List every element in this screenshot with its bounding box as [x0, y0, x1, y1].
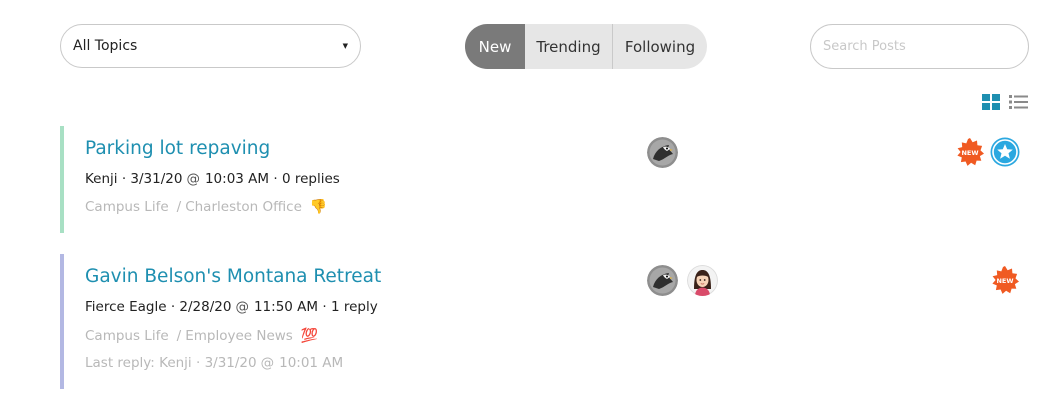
- topics-dropdown[interactable]: All Topics ▼: [60, 24, 361, 68]
- last-reply-author: Last reply: Kenji: [85, 355, 192, 371]
- category-link[interactable]: Campus Life: [85, 199, 169, 215]
- post-meta: Kenji · 3/31/20 @10:03 AM · 0 replies: [85, 171, 340, 187]
- post-time: 10:03 AM: [204, 171, 270, 187]
- list-icon[interactable]: [1009, 94, 1028, 110]
- topics-dropdown-value: All Topics: [73, 38, 138, 54]
- post-meta: Fierce Eagle · 2/28/20 @11:50 AM · 1 repl…: [85, 299, 378, 315]
- caret-down-icon: ▼: [342, 42, 348, 50]
- tab-following[interactable]: Following: [613, 24, 707, 69]
- thumbs-down-icon: 👎: [309, 199, 328, 215]
- post-accent-bar: [60, 254, 64, 389]
- tab-trending[interactable]: Trending: [525, 24, 613, 69]
- last-reply-date: 3/31/20: [204, 355, 257, 371]
- last-reply: Last reply: Kenji · 3/31/20 @10:01 AM: [85, 355, 344, 371]
- at-symbol: @: [260, 355, 275, 371]
- post-card: Gavin Belson's Montana Retreat Fierce Ea…: [60, 254, 1030, 389]
- post-author[interactable]: Kenji: [85, 171, 118, 187]
- post-time: 11:50 AM: [253, 299, 319, 315]
- category-link[interactable]: Campus Life: [85, 328, 169, 344]
- post-title[interactable]: Parking lot repaving: [85, 138, 270, 159]
- at-symbol: @: [186, 171, 200, 187]
- eagle-avatar[interactable]: [647, 137, 678, 168]
- last-reply-time: 10:01 AM: [279, 355, 344, 371]
- post-title[interactable]: Gavin Belson's Montana Retreat: [85, 266, 381, 287]
- new-badge-label: NEW: [961, 149, 978, 157]
- eagle-avatar[interactable]: [647, 265, 678, 296]
- grid-icon[interactable]: [982, 94, 1000, 110]
- post-date: 2/28/20: [179, 299, 232, 315]
- subcategory-link[interactable]: Charleston Office: [185, 199, 302, 215]
- at-symbol: @: [235, 299, 249, 315]
- post-accent-bar: [60, 126, 64, 233]
- post-replies: 0 replies: [281, 171, 340, 187]
- search-input[interactable]: [810, 24, 1029, 69]
- post-author[interactable]: Fierce Eagle: [85, 299, 167, 315]
- post-replies: 1 reply: [330, 299, 378, 315]
- feed-tabs: New Trending Following: [465, 24, 707, 69]
- woman-avatar[interactable]: [687, 265, 718, 296]
- post-date: 3/31/20: [130, 171, 183, 187]
- new-badge-label: NEW: [996, 277, 1013, 285]
- new-badge-icon: NEW: [957, 138, 984, 166]
- post-categories: Campus Life / Employee News 💯: [85, 328, 319, 344]
- post-categories: Campus Life / Charleston Office 👎: [85, 199, 328, 215]
- tab-new[interactable]: New: [465, 24, 525, 69]
- new-badge-icon: NEW: [992, 266, 1019, 294]
- star-icon[interactable]: [990, 137, 1020, 167]
- post-card: Parking lot repaving Kenji · 3/31/20 @10:…: [60, 126, 1030, 233]
- hundred-points-icon: 💯: [300, 328, 319, 344]
- subcategory-link[interactable]: Employee News: [185, 328, 293, 344]
